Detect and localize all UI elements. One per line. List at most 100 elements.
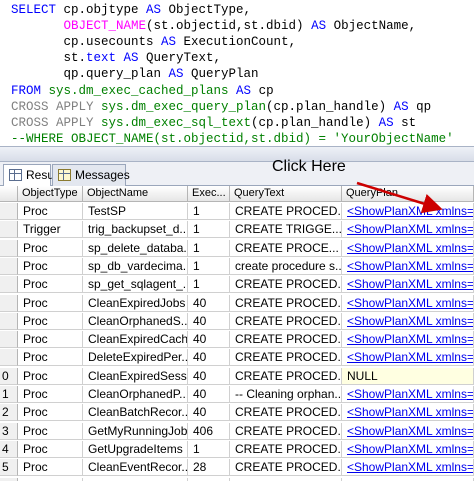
showplan-xml-link[interactable]: <ShowPlanXML xmlns="http [347,241,473,255]
column-header-queryplan[interactable]: QueryPlan [342,186,474,202]
code-token: cp.objtype [63,3,147,17]
code-token: (st.objectid,st.dbid) [146,19,312,34]
showplan-xml-link[interactable]: <ShowPlanXML xmlns="http [347,424,473,438]
cell-querytext: CREATE PROCED... [230,404,342,422]
tab-results[interactable]: Results [3,164,66,187]
cell-querytext: CREATE TRIGGE... [230,221,342,239]
code-token: ObjectType, [168,3,252,17]
code-line: cp.usecounts AS ExecutionCount, [11,34,297,50]
cell-queryplan[interactable]: <ShowPlanXML xmlns="http [342,257,474,275]
cell-queryplan[interactable]: <ShowPlanXML xmlns="http [342,440,474,458]
cell-executioncount: 1 [188,221,230,239]
column-header-querytext[interactable]: QueryText [230,186,342,202]
cell-executioncount: 1 [188,203,230,220]
cell-queryplan[interactable]: <ShowPlanXML xmlns="http [342,294,474,312]
cell-queryplan[interactable]: <ShowPlanXML xmlns="http [342,331,474,349]
pane-splitter[interactable] [0,146,474,162]
cell-objectname: CleanBatchRecor... [83,404,188,422]
cell-queryplan[interactable]: <ShowPlanXML xmlns="http [342,422,474,440]
column-header-objecttype[interactable]: ObjectType [18,186,83,202]
cell-executioncount: 28 [188,459,230,477]
table-row[interactable]: 1 Proc CleanOrphanedP... 40 -- Cleaning orph… [0,386,474,403]
code-token: (cp.plan_handle) [266,99,394,114]
row-number: 0 [0,367,18,385]
code-token: CROSS APPLY [11,99,102,114]
cell-objectname: TestSP [83,203,188,220]
showplan-xml-link[interactable]: <ShowPlanXML xmlns="http [347,222,473,236]
table-row[interactable]: Proc sp_delete_databa... 1 CREATE PROCE... <… [0,239,474,257]
code-token: --WHERE OBJECT_NAME(st.objectid,st.dbid)… [11,131,454,146]
showplan-xml-link[interactable]: <ShowPlanXML xmlns="http [347,350,473,364]
cell-querytext: CREATE PROCED... [230,440,342,458]
row-number [0,312,18,330]
table-row[interactable]: Proc sp_db_vardecima... 1 create procedure … [0,257,474,275]
code-token: AS [161,35,184,50]
cell-querytext: -- Cleaning orphan... [230,386,342,403]
row-number: 2 [0,404,18,422]
cell-queryplan[interactable]: <ShowPlanXML xmlns="http [342,477,474,481]
table-row[interactable]: 0 Proc CleanExpiredSess... 40 CREATE PROCED.… [0,367,474,385]
row-number: 1 [0,386,18,403]
cell-objectname: GetUpgradeItems [83,440,188,458]
table-row[interactable]: 3 Proc GetMyRunningJobs 406 CREATE PROCED...… [0,422,474,440]
cell-querytext: CREATE PROCED... [230,331,342,349]
table-row[interactable]: 4 Proc GetUpgradeItems 1 CREATE PROCED... <Sh… [0,440,474,458]
code-token: QueryText, [146,51,222,66]
cell-querytext: CREATE PROCED... [230,276,342,294]
cell-queryplan[interactable]: <ShowPlanXML xmlns="http [342,349,474,367]
sql-editor[interactable]: SELECT cp.objtype AS ObjectType, OBJECT_… [0,0,474,146]
cell-objectname: sp_get_sqlagent_... [83,276,188,294]
showplan-xml-link[interactable]: <ShowPlanXML xmlns="http [347,314,473,328]
table-row[interactable]: Proc sp_get_sqlagent_... 1 CREATE PROCED...… [0,276,474,294]
tab-messages[interactable]: Messages [52,164,130,186]
table-row[interactable]: Proc CleanOrphanedS... 40 CREATE PROCED... <… [0,312,474,330]
showplan-xml-link[interactable]: <ShowPlanXML xmlns="http [347,204,473,218]
cell-executioncount: 1 [188,239,230,257]
showplan-xml-link[interactable]: <ShowPlanXML xmlns="http [347,442,473,456]
cell-executioncount: 1 [188,257,230,275]
showplan-xml-link[interactable]: <ShowPlanXML xmlns="http [347,460,473,474]
table-row[interactable]: 5 Proc CleanEventRecor... 28 CREATE PROCED..… [0,459,474,477]
cell-querytext: CREATE PROCED... [230,367,342,385]
cell-queryplan[interactable]: <ShowPlanXML xmlns="http [342,203,474,220]
table-row[interactable]: 6ProcCleanNotification...28CREATE PROCED… [0,477,474,481]
cell-objectname: trig_backupset_d... [83,221,188,239]
cell-querytext: CREATE PROCED... [230,294,342,312]
cell-executioncount: 40 [188,367,230,385]
table-row[interactable]: Proc CleanExpiredCache 40 CREATE PROCED... <… [0,331,474,349]
column-header-objectname[interactable]: ObjectName [83,186,188,202]
cell-queryplan[interactable]: <ShowPlanXML xmlns="http [342,459,474,477]
cell-objecttype: Proc [18,257,83,275]
cell-queryplan[interactable]: <ShowPlanXML xmlns="http [342,276,474,294]
showplan-xml-link[interactable]: <ShowPlanXML xmlns="http [347,332,473,346]
table-row[interactable]: Trigger trig_backupset_d... 1 CREATE TRIGG… [0,221,474,239]
showplan-xml-link[interactable]: <ShowPlanXML xmlns="http [347,405,473,419]
results-tab-bar: Results Messages [0,162,474,187]
cell-queryplan[interactable]: <ShowPlanXML xmlns="http [342,312,474,330]
row-number-header[interactable] [0,186,18,202]
table-row[interactable]: Proc TestSP 1 CREATE PROCED... <ShowPlanXML … [0,203,474,220]
code-token: cp [258,83,274,98]
row-number [0,203,18,220]
cell-querytext: CREATE PROCED... [230,459,342,477]
showplan-xml-link[interactable]: <ShowPlanXML xmlns="http [347,259,473,273]
code-line: FROM sys.dm_exec_cached_plans AS cp [11,83,274,99]
showplan-xml-link[interactable]: <ShowPlanXML xmlns="http [347,296,473,310]
cell-queryplan[interactable]: <ShowPlanXML xmlns="http [342,221,474,239]
showplan-xml-link[interactable]: <ShowPlanXML xmlns="http [347,387,473,401]
cell-objectname: DeleteExpiredPer... [83,349,188,367]
cell-objectname: sp_delete_databa... [83,239,188,257]
column-header-executioncount[interactable]: Exec... [188,186,230,202]
cell-queryplan: NULL [342,367,474,385]
code-token: CROSS APPLY [11,115,102,130]
table-row[interactable]: Proc CleanExpiredJobs 40 CREATE PROCED... <S… [0,294,474,312]
cell-objectname: CleanExpiredJobs [83,294,188,312]
table-row[interactable]: 2 Proc CleanBatchRecor... 40 CREATE PROCED..… [0,404,474,422]
cell-executioncount: 1 [188,276,230,294]
cell-queryplan[interactable]: <ShowPlanXML xmlns="http [342,239,474,257]
cell-queryplan[interactable]: <ShowPlanXML xmlns="http [342,386,474,403]
showplan-xml-link[interactable]: <ShowPlanXML xmlns="http [347,277,473,291]
cell-queryplan[interactable]: <ShowPlanXML xmlns="http [342,404,474,422]
table-row[interactable]: Proc DeleteExpiredPer... 40 CREATE PROCED..… [0,349,474,367]
cell-objecttype: Proc [18,422,83,440]
